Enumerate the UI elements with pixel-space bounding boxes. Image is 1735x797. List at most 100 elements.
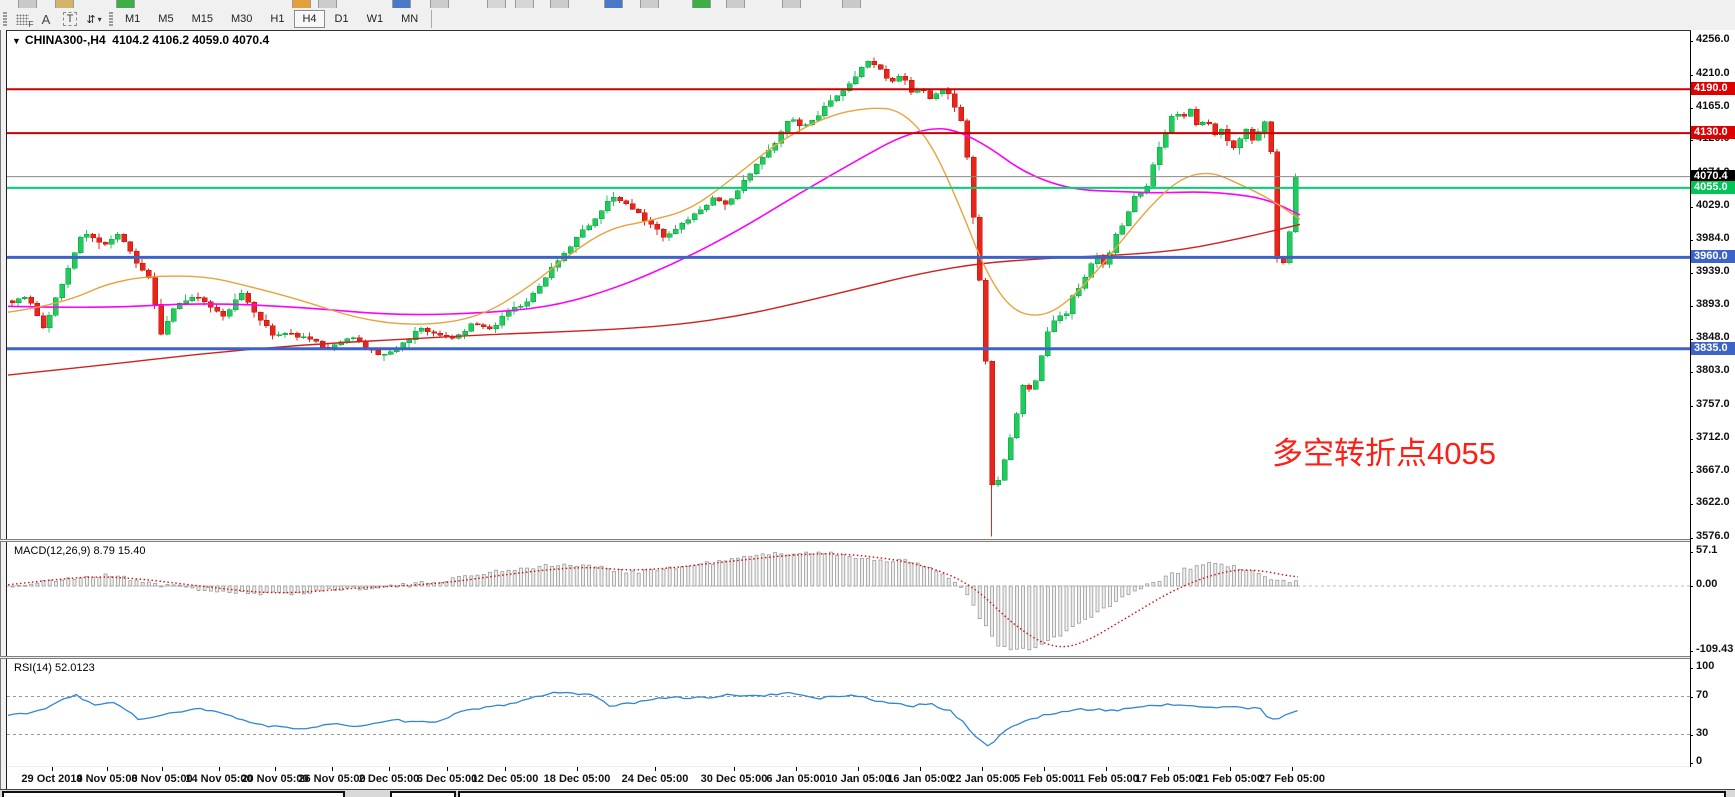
axis-tick-label: 3622.0 [1696,496,1730,508]
axis-tick-label: 0.00 [1696,578,1717,590]
price-badge-3960.0: 3960.0 [1691,250,1735,263]
time-label: 27 Feb 05:00 [1259,773,1325,785]
time-tick [447,767,448,771]
timeframe-button-D1[interactable]: D1 [327,10,357,28]
timeframe-button-group: M1M5M15M30H1H4D1W1MN [116,10,427,28]
time-tick [1044,767,1045,771]
bottom-tab[interactable] [458,791,1726,797]
axis-tick-label: 3667.0 [1696,464,1730,476]
bottom-tab-strip [0,790,1735,797]
text-box-icon[interactable]: T [59,10,81,28]
time-label: 4 Nov 05:00 [76,773,137,785]
axis-tick-label: 0 [1696,755,1702,767]
price-badge-4190.0: 4190.0 [1691,82,1735,95]
time-label: 30 Dec 05:00 [701,773,768,785]
rsi-indicator-label: RSI(14) 52.0123 [14,662,95,674]
snap-grid-icon[interactable]: F [11,10,33,28]
time-tick [275,767,276,771]
time-label: 6 Jan 05:00 [766,773,825,785]
ma-red-slow [8,224,1300,375]
text-a-icon[interactable]: A [35,10,57,28]
time-label: 2 Dec 05:00 [359,773,420,785]
time-tick [1168,767,1169,771]
panel-separator[interactable] [0,656,1735,659]
chart-annotation-text: 多空转折点4055 [1272,428,1496,473]
time-tick [655,767,656,771]
ma-magenta [8,129,1300,315]
top-icon-strip [0,0,1735,8]
bottom-tab[interactable] [2,791,345,797]
axis-tick-label: 3803.0 [1696,364,1730,376]
axis-tick-label: 3984.0 [1696,232,1730,244]
rsi-canvas[interactable] [7,659,1690,766]
axis-tick-label: 4165.0 [1696,100,1730,112]
time-tick [858,767,859,771]
time-tick [796,767,797,771]
timeframe-button-MN[interactable]: MN [393,10,426,28]
axis-tick-label: 3939.0 [1696,265,1730,277]
time-tick [389,767,390,771]
panel-separator[interactable] [0,539,1735,542]
timeframe-button-M30[interactable]: M30 [223,10,260,28]
chart-symbol: CHINA300-,H4 [25,33,106,47]
chart-ohlc-values: 4104.2 4106.2 4059.0 4070.4 [112,33,269,47]
timeframe-button-H4[interactable]: H4 [294,10,324,28]
rsi-line [8,692,1298,745]
time-label: 5 Feb 05:00 [1014,773,1074,785]
axis-tick-label: -109.43 [1696,643,1733,655]
time-tick [577,767,578,771]
axis-tick-label: 3893.0 [1696,298,1730,310]
time-tick [734,767,735,771]
timeframe-button-W1[interactable]: W1 [359,10,392,28]
toolbar-grip[interactable] [109,11,113,27]
time-tick [1292,767,1293,771]
axis-tick-label: 4029.0 [1696,199,1730,211]
price-axis[interactable]: 4256.04210.04165.04120.04074.04029.03984… [1691,30,1735,767]
axis-tick-label: 3712.0 [1696,431,1730,443]
time-label: 16 Jan 05:00 [887,773,952,785]
time-tick [1106,767,1107,771]
time-label: 24 Dec 05:00 [622,773,689,785]
timeframe-button-M5[interactable]: M5 [150,10,181,28]
time-label: 11 Feb 05:00 [1073,773,1138,785]
timeframe-button-M1[interactable]: M1 [117,10,148,28]
time-tick [1230,767,1231,771]
toolbar-grip[interactable] [3,11,7,27]
bottom-tab[interactable] [390,791,456,797]
time-tick [920,767,921,771]
macd-canvas[interactable] [7,542,1690,656]
time-label: 17 Feb 05:00 [1135,773,1201,785]
chart-window-left-edge [0,30,7,790]
main-toolbar: F A T ⇵ ▾ M1M5M15M30H1H4D1W1MN [0,8,1735,30]
axis-tick-label: 3576.0 [1696,530,1730,542]
time-tick [52,767,53,771]
axis-tick-label: 4256.0 [1696,33,1730,45]
axis-tick-label: 3757.0 [1696,398,1730,410]
time-label: 29 Oct 2019 [21,773,82,785]
timeframe-button-M15[interactable]: M15 [184,10,221,28]
mt4-chart-window: F A T ⇵ ▾ M1M5M15M30H1H4D1W1MN ▼ CHINA300… [0,0,1735,797]
chart-title-caret-icon[interactable]: ▼ [12,36,21,46]
axis-tick-label: 100 [1696,660,1714,672]
time-tick [505,767,506,771]
time-label: 21 Feb 05:00 [1197,773,1263,785]
time-label: 26 Nov 05:00 [298,773,365,785]
arrange-arrows-icon[interactable]: ⇵ ▾ [83,10,105,28]
timeframe-button-H1[interactable]: H1 [262,10,292,28]
time-label: 22 Jan 05:00 [949,773,1014,785]
axis-tick-label: 4210.0 [1696,67,1730,79]
price-badge-4055.0: 4055.0 [1691,181,1735,194]
time-tick [332,767,333,771]
chart-title: ▼ CHINA300-,H4 4104.2 4106.2 4059.0 4070.… [12,33,269,47]
macd-indicator-label: MACD(12,26,9) 8.79 15.40 [14,545,145,557]
dropdown-caret-icon[interactable]: ▾ [98,15,102,24]
toolbar-separator [431,10,432,28]
time-tick [982,767,983,771]
axis-tick-label: 57.1 [1696,544,1717,556]
time-label: 8 Nov 05:00 [131,773,192,785]
time-label: 12 Dec 05:00 [472,773,539,785]
price-badge-3835.0: 3835.0 [1691,342,1735,355]
time-tick [107,767,108,771]
time-label: 10 Jan 05:00 [825,773,890,785]
time-tick [219,767,220,771]
